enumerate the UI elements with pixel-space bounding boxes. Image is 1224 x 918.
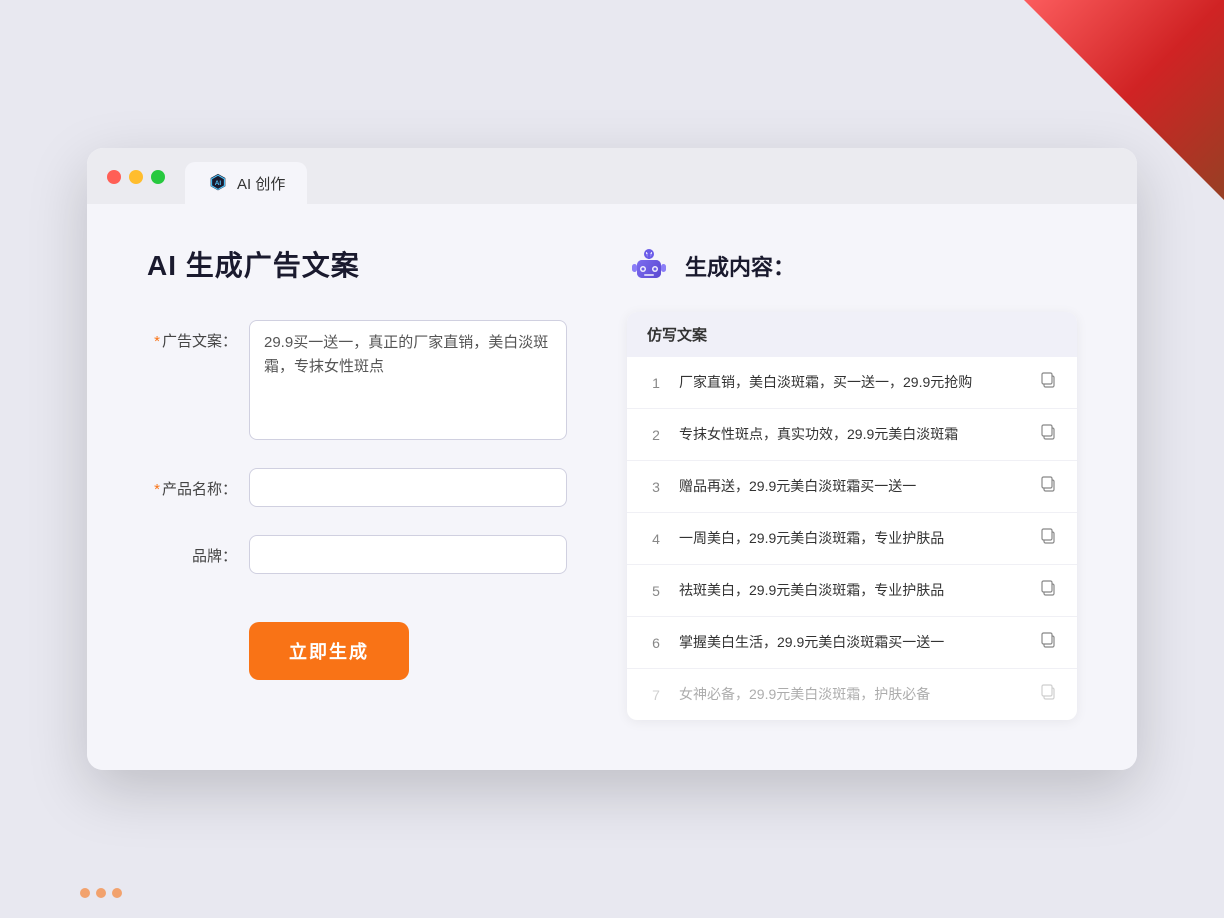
row-number: 3 [647, 479, 665, 495]
result-title: 生成内容： [685, 250, 795, 282]
row-text: 赠品再送，29.9元美白淡斑霜买一送一 [679, 476, 1025, 497]
product-name-label: *产品名称： [147, 468, 237, 499]
result-row: 1 厂家直销，美白淡斑霜，买一送一，29.9元抢购 [627, 357, 1077, 409]
tab-label: AI 创作 [237, 173, 285, 194]
browser-window: AI AI 创作 AI 生成广告文案 *广告文案： 29.9买一送一，真正的厂家… [87, 148, 1137, 770]
copy-icon[interactable] [1039, 475, 1057, 498]
row-number: 7 [647, 687, 665, 703]
row-text: 一周美白，29.9元美白淡斑霜，专业护肤品 [679, 528, 1025, 549]
result-row: 2 专抹女性斑点，真实功效，29.9元美白淡斑霜 [627, 409, 1077, 461]
title-bar: AI AI 创作 [87, 148, 1137, 204]
bg-decoration-bottom-left [80, 888, 122, 898]
brand-label: 品牌： [147, 535, 237, 566]
copy-icon[interactable] [1039, 423, 1057, 446]
result-row: 7 女神必备，29.9元美白淡斑霜，护肤必备 [627, 669, 1077, 720]
result-row: 3 赠品再送，29.9元美白淡斑霜买一送一 [627, 461, 1077, 513]
bg-dot-2 [96, 888, 106, 898]
copy-icon[interactable] [1039, 371, 1057, 394]
row-text: 厂家直销，美白淡斑霜，买一送一，29.9元抢购 [679, 372, 1025, 393]
result-row: 6 掌握美白生活，29.9元美白淡斑霜买一送一 [627, 617, 1077, 669]
left-panel: AI 生成广告文案 *广告文案： 29.9买一送一，真正的厂家直销，美白淡斑霜，… [147, 244, 567, 720]
ad-copy-group: *广告文案： 29.9买一送一，真正的厂家直销，美白淡斑霜，专抹女性斑点 [147, 320, 567, 440]
traffic-lights [107, 170, 165, 196]
row-number: 6 [647, 635, 665, 651]
brand-group: 品牌： 好白 [147, 535, 567, 574]
result-rows-container: 1 厂家直销，美白淡斑霜，买一送一，29.9元抢购 2 专抹女性斑点，真实功效，29… [627, 357, 1077, 720]
svg-text:AI: AI [215, 180, 222, 187]
ad-copy-textarea[interactable]: 29.9买一送一，真正的厂家直销，美白淡斑霜，专抹女性斑点 [249, 320, 567, 440]
product-name-group: *产品名称： 美白淡斑霜 [147, 468, 567, 507]
product-name-required: * [154, 481, 160, 498]
ad-copy-required: * [154, 333, 160, 350]
result-table: 仿写文案 1 厂家直销，美白淡斑霜，买一送一，29.9元抢购 2 专抹女性斑点，真实… [627, 312, 1077, 720]
maximize-button[interactable] [151, 170, 165, 184]
row-text: 掌握美白生活，29.9元美白淡斑霜买一送一 [679, 632, 1025, 653]
row-number: 5 [647, 583, 665, 599]
row-text: 女神必备，29.9元美白淡斑霜，护肤必备 [679, 684, 1025, 705]
ad-copy-label: *广告文案： [147, 320, 237, 351]
row-number: 4 [647, 531, 665, 547]
product-name-input[interactable]: 美白淡斑霜 [249, 468, 567, 507]
copy-icon[interactable] [1039, 683, 1057, 706]
row-number: 2 [647, 427, 665, 443]
active-tab[interactable]: AI AI 创作 [185, 162, 307, 204]
copy-icon[interactable] [1039, 527, 1057, 550]
generate-button[interactable]: 立即生成 [249, 622, 409, 680]
ai-tab-icon: AI [207, 172, 229, 194]
row-number: 1 [647, 375, 665, 391]
row-text: 祛斑美白，29.9元美白淡斑霜，专业护肤品 [679, 580, 1025, 601]
result-header: 生成内容： [627, 244, 1077, 288]
copy-icon[interactable] [1039, 631, 1057, 654]
page-title: AI 生成广告文案 [147, 244, 567, 284]
right-panel: 生成内容： 仿写文案 1 厂家直销，美白淡斑霜，买一送一，29.9元抢购 2 专抹女… [627, 244, 1077, 720]
bg-dot-1 [80, 888, 90, 898]
minimize-button[interactable] [129, 170, 143, 184]
main-content: AI 生成广告文案 *广告文案： 29.9买一送一，真正的厂家直销，美白淡斑霜，… [87, 204, 1137, 770]
close-button[interactable] [107, 170, 121, 184]
bg-dot-3 [112, 888, 122, 898]
result-table-header: 仿写文案 [627, 312, 1077, 357]
copy-icon[interactable] [1039, 579, 1057, 602]
brand-input[interactable]: 好白 [249, 535, 567, 574]
result-row: 5 祛斑美白，29.9元美白淡斑霜，专业护肤品 [627, 565, 1077, 617]
result-row: 4 一周美白，29.9元美白淡斑霜，专业护肤品 [627, 513, 1077, 565]
row-text: 专抹女性斑点，真实功效，29.9元美白淡斑霜 [679, 424, 1025, 445]
robot-icon [627, 244, 671, 288]
